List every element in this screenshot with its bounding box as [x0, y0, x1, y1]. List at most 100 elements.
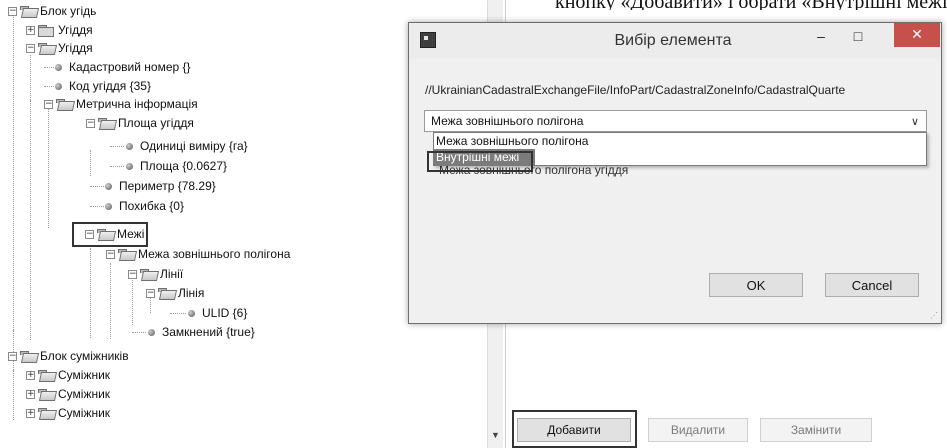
tree-node[interactable]: Похибка {0} [105, 198, 184, 214]
cancel-button[interactable]: Cancel [825, 273, 919, 297]
tree-node-label: Метрична інформація [76, 97, 198, 111]
tree-connector [90, 186, 104, 187]
minimize-button[interactable]: – [804, 23, 838, 49]
open-folder-icon [98, 117, 118, 130]
tree-node[interactable]: − Метрична інформація [44, 96, 198, 112]
leaf-bullet-icon [105, 202, 112, 210]
expand-toggle-icon[interactable]: + [26, 25, 35, 35]
xml-path-text: //UkrainianCadastralExchangeFile/InfoPar… [425, 83, 846, 97]
tree-node[interactable]: − Блок угідь [8, 3, 96, 19]
ok-button[interactable]: OK [709, 273, 803, 297]
leaf-bullet-icon [55, 63, 62, 71]
tree-node-label: Площа {0.0627} [140, 159, 228, 173]
tree-node[interactable]: − Площа угіддя [86, 115, 194, 131]
tree-node-label: Кадастровий номер {} [69, 60, 191, 74]
collapse-toggle-icon[interactable]: − [8, 351, 17, 361]
tree-connector [110, 166, 124, 167]
expand-toggle-icon[interactable]: + [26, 389, 35, 399]
collapse-toggle-icon[interactable]: − [128, 269, 137, 279]
tree-connector [132, 280, 133, 325]
close-button[interactable]: ✕ [894, 23, 940, 47]
tree-node[interactable]: − Блок суміжників [8, 348, 129, 364]
open-folder-icon [38, 388, 58, 401]
collapse-toggle-icon[interactable]: − [26, 43, 35, 53]
tree-node[interactable]: Замкнений {true} [148, 324, 255, 340]
maximize-button[interactable]: □ [841, 23, 875, 49]
tree-node[interactable]: − Угіддя [26, 40, 93, 56]
tree-node-label: Угіддя [58, 23, 93, 37]
resize-grip-icon[interactable]: ⋰ [930, 311, 938, 320]
open-folder-icon [38, 407, 58, 420]
tree-node-label: ULID {6} [202, 306, 248, 320]
chevron-down-icon[interactable]: ∨ [911, 115, 919, 128]
collapse-toggle-icon[interactable]: − [44, 99, 53, 109]
dialog-titlebar[interactable]: Вибір елемента – □ ✕ [409, 23, 941, 59]
select-element-dialog[interactable]: Вибір елемента – □ ✕ //UkrainianCadastra… [408, 22, 942, 324]
tree-node[interactable]: + Суміжник [26, 405, 110, 421]
tree-node-label: Суміжник [58, 368, 111, 382]
tree-connector [13, 370, 14, 420]
tree-node-label: Периметр {78.29} [119, 179, 216, 193]
open-folder-icon [56, 98, 76, 111]
tree-node-label: Лінія [178, 286, 205, 300]
tree-node[interactable]: Одиниці виміру {га} [126, 138, 248, 154]
tree-connector [13, 10, 14, 336]
tree-node[interactable]: − Лінії [128, 266, 183, 282]
tree-connector [90, 150, 91, 176]
tree-node-label: Замкнений {true} [162, 325, 255, 339]
collapse-toggle-icon[interactable]: − [106, 249, 115, 259]
leaf-bullet-icon [105, 182, 112, 190]
open-folder-icon [20, 350, 40, 363]
open-folder-icon [118, 248, 138, 261]
tree-connector [110, 263, 111, 339]
caption-text: кнопку «Добавити» і обрати «Внутрішні ме… [555, 0, 947, 10]
tree-node-label: Код угіддя {35} [69, 79, 151, 93]
expand-toggle-icon[interactable]: + [26, 408, 35, 418]
folder-icon [38, 24, 54, 37]
tree-node[interactable]: − Межа зовнішнього полігона [106, 246, 290, 262]
tree-connector [90, 206, 104, 207]
tree-node-label: Блок суміжників [40, 349, 129, 363]
highlight-frame [72, 222, 148, 247]
element-select-value: Межа зовнішнього полігона [431, 114, 584, 128]
collapse-toggle-icon[interactable]: − [8, 6, 17, 16]
tree-node-label: Блок угідь [40, 4, 97, 18]
collapse-toggle-icon[interactable]: − [146, 288, 155, 298]
expand-toggle-icon[interactable]: + [26, 370, 35, 380]
tree-connector [48, 103, 49, 228]
tree-node[interactable]: Кадастровий номер {} [55, 59, 191, 75]
tree-connector [30, 100, 31, 340]
tree-node-label: Суміжник [58, 387, 111, 401]
tree-node[interactable]: Код угіддя {35} [55, 78, 151, 94]
tree-node-label: Угіддя [58, 41, 93, 55]
tree-node[interactable]: + Суміжник [26, 367, 110, 383]
tree-node[interactable]: + Суміжник [26, 386, 110, 402]
tree-connector [30, 55, 31, 100]
open-folder-icon [20, 5, 40, 18]
leaf-bullet-icon [126, 162, 133, 170]
delete-button[interactable]: Видалити [648, 418, 748, 442]
tree-node[interactable]: − Лінія [146, 285, 204, 301]
open-folder-icon [38, 369, 58, 382]
leaf-bullet-icon [126, 142, 133, 150]
tree-connector [170, 313, 186, 314]
tree-connector [132, 332, 146, 333]
tree-node[interactable]: Периметр {78.29} [105, 178, 216, 194]
tree-node-label: Похибка {0} [119, 199, 184, 213]
collapse-toggle-icon[interactable]: − [86, 118, 95, 128]
tree-node[interactable]: Площа {0.0627} [126, 158, 227, 174]
replace-button[interactable]: Замінити [760, 418, 872, 442]
leaf-bullet-icon [55, 82, 62, 90]
open-folder-icon [158, 287, 178, 300]
tree-node[interactable]: + Угіддя [26, 22, 93, 38]
tree-node[interactable]: ULID {6} [188, 305, 247, 321]
tree-node-label: Межа зовнішнього полігона [138, 247, 291, 261]
dialog-title-text: Вибір елемента [614, 32, 732, 49]
highlight-frame [512, 410, 637, 448]
tree-connector [110, 146, 124, 147]
open-folder-icon [38, 42, 58, 55]
leaf-bullet-icon [188, 309, 195, 317]
scroll-down-arrow-icon[interactable]: ▼ [491, 430, 500, 440]
dropdown-option[interactable]: Межа зовнішнього полігона [434, 133, 926, 149]
element-select[interactable]: Межа зовнішнього полігона ∨ [424, 110, 927, 132]
